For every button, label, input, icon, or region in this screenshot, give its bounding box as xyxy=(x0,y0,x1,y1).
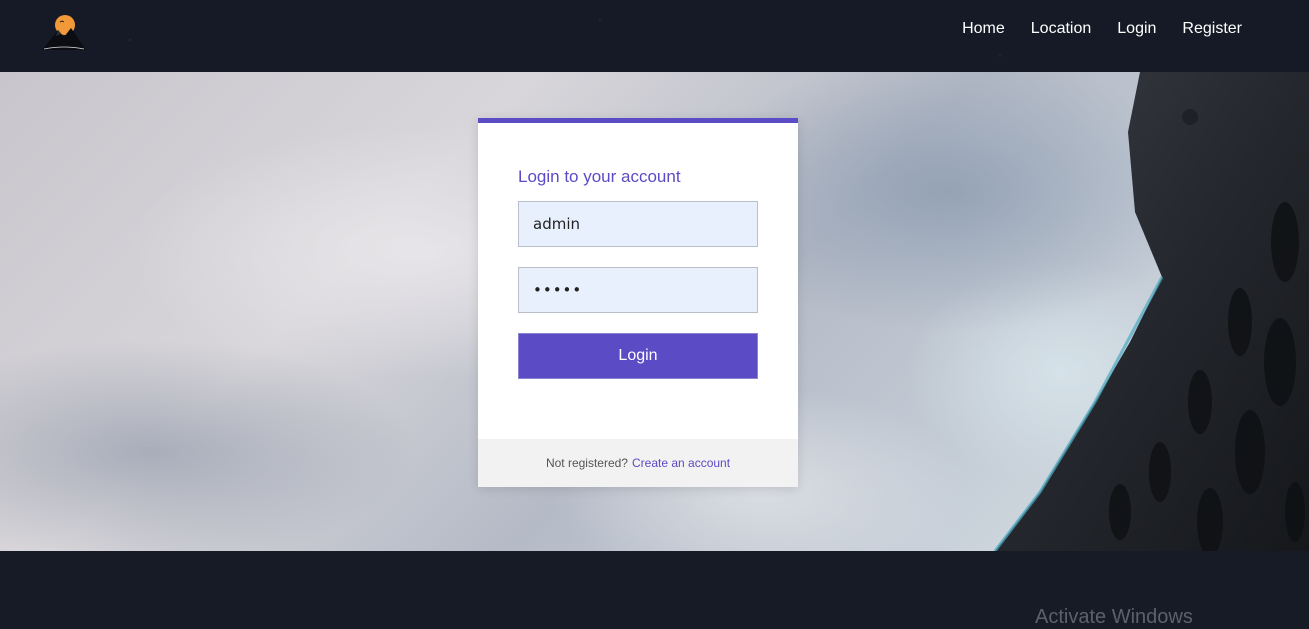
nav-register-link[interactable]: Register xyxy=(1182,18,1242,40)
mountain-sun-logo-icon[interactable] xyxy=(38,12,90,54)
not-registered-text: Not registered? xyxy=(545,456,628,470)
activate-windows-watermark: Activate Windows xyxy=(1035,606,1193,628)
login-card: Login to your account Login Not register… xyxy=(478,118,798,487)
main-nav: Home Location Login Register xyxy=(962,18,1242,40)
nav-location-link[interactable]: Location xyxy=(1031,18,1092,40)
site-header: Home Location Login Register xyxy=(0,0,1309,72)
nav-home-link[interactable]: Home xyxy=(962,18,1005,40)
password-input[interactable] xyxy=(518,267,758,313)
login-title: Login to your account xyxy=(518,167,681,186)
username-input[interactable] xyxy=(518,201,758,247)
card-footer: Not registered? Create an account xyxy=(478,439,798,487)
nav-login-link[interactable]: Login xyxy=(1117,18,1156,40)
create-account-link[interactable]: Create an account xyxy=(632,456,730,470)
login-button[interactable]: Login xyxy=(518,333,758,379)
